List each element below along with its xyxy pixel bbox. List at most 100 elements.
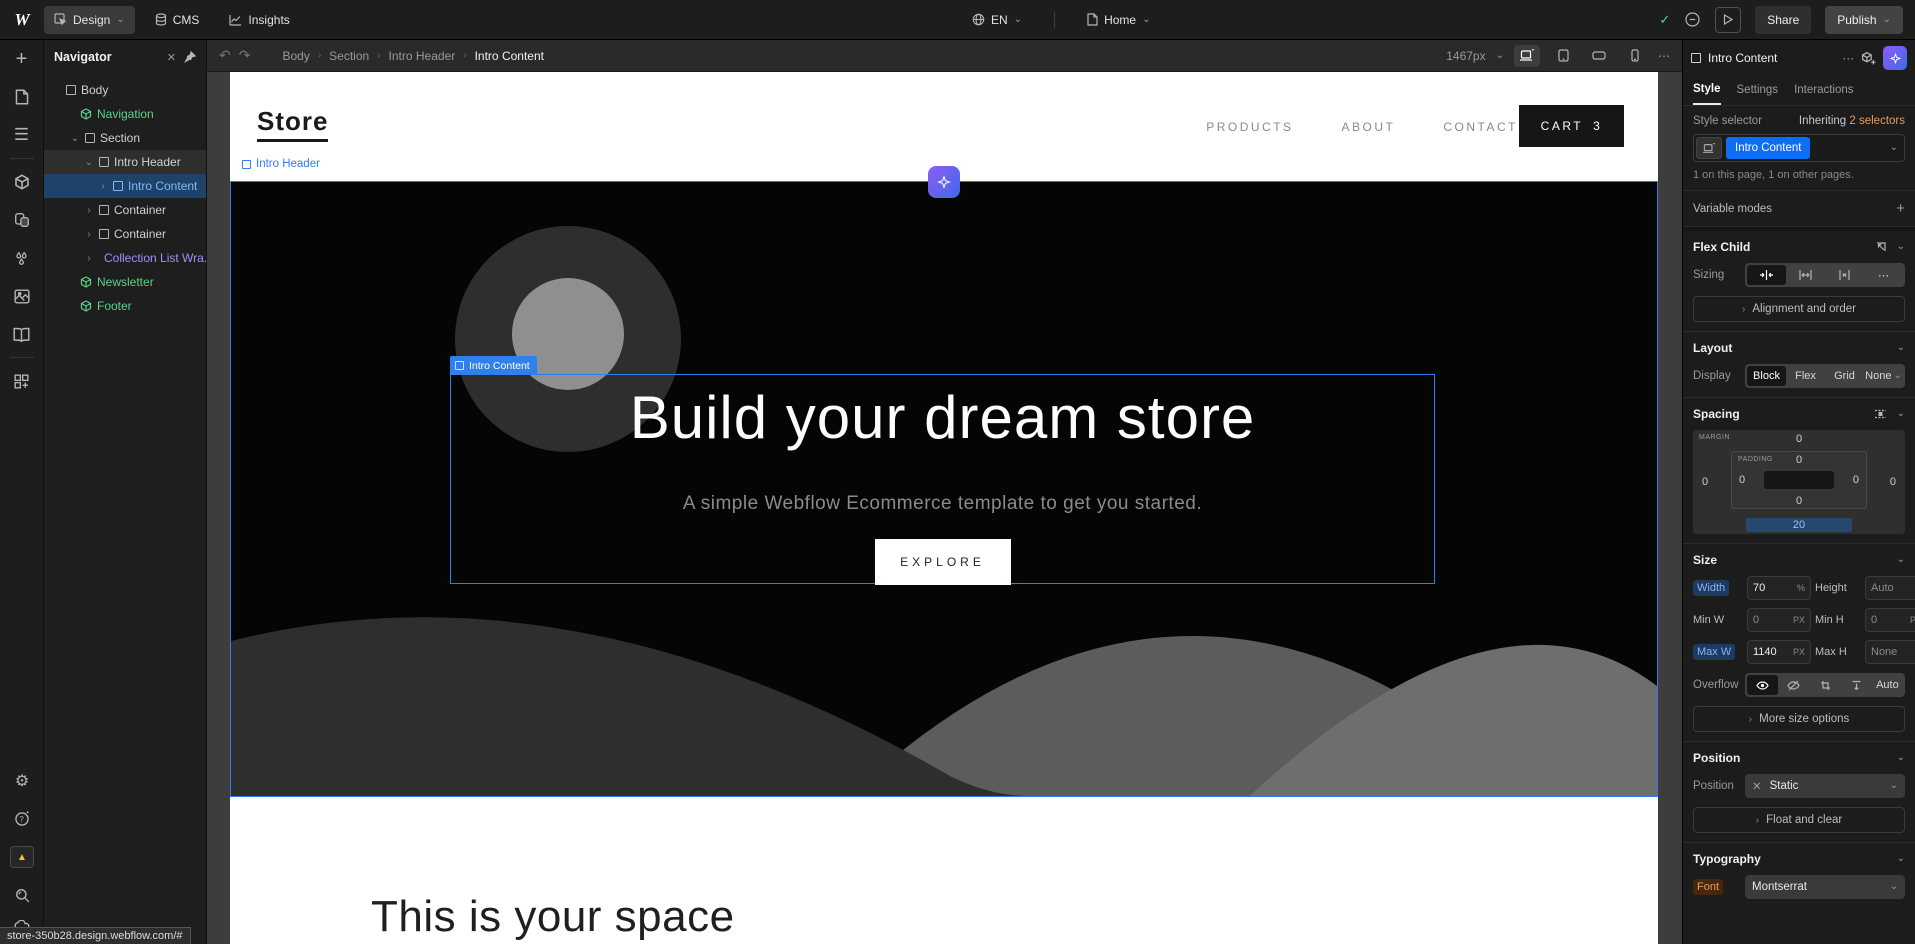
variable-modes-row[interactable]: Variable modes +	[1683, 191, 1915, 227]
design-canvas[interactable]: Store PRODUCTS ABOUT CONTACT CART 3	[207, 72, 1682, 944]
tree-item-container[interactable]: ›Container	[44, 198, 206, 222]
padding-top-value[interactable]: 0	[1732, 454, 1866, 466]
breakpoint-phone-landscape-button[interactable]	[1586, 45, 1612, 67]
viewport-width-value[interactable]: 1467px	[1446, 49, 1485, 63]
display-grid-button[interactable]: Grid	[1825, 366, 1864, 386]
sizing-more-button[interactable]: ⋯	[1864, 265, 1903, 285]
preview-button[interactable]	[1715, 7, 1741, 33]
intro-content-selection[interactable]: Intro Content Build your dream store A s…	[450, 374, 1435, 584]
max-width-input[interactable]: 1140PX	[1747, 640, 1811, 664]
breadcrumb-intro-header[interactable]: Intro Header	[389, 49, 456, 63]
intro-header-element-label[interactable]: Intro Header	[242, 158, 320, 170]
min-height-input[interactable]: 0PX	[1865, 608, 1915, 632]
undo-icon[interactable]: ↶	[219, 47, 231, 64]
chevron-down-icon[interactable]: ⌄	[1897, 555, 1905, 565]
comment-icon[interactable]	[1684, 11, 1701, 28]
tab-style[interactable]: Style	[1693, 77, 1721, 105]
sizing-shrink-button[interactable]	[1747, 265, 1786, 285]
tree-item-newsletter[interactable]: Newsletter	[44, 270, 206, 294]
margin-bottom-value[interactable]: 20	[1746, 518, 1852, 532]
breadcrumb-section[interactable]: Section	[329, 49, 369, 63]
tab-interactions[interactable]: Interactions	[1794, 78, 1853, 104]
width-input[interactable]: 70%	[1747, 576, 1811, 600]
ai-assistant-button[interactable]	[928, 166, 960, 198]
nav-link-contact[interactable]: CONTACT	[1443, 120, 1518, 134]
breadcrumb-body[interactable]: Body	[282, 49, 309, 63]
display-flex-button[interactable]: Flex	[1786, 366, 1825, 386]
tree-item-collection-list[interactable]: ›Collection List Wra...	[44, 246, 206, 270]
class-selector-input[interactable]: Intro Content ⌄	[1693, 134, 1905, 162]
chevron-collapsed-icon[interactable]: ›	[84, 205, 94, 216]
spacing-widget[interactable]: MARGIN 0 0 0 20 PADDING 0 0 0 0	[1693, 430, 1905, 534]
nav-link-about[interactable]: ABOUT	[1342, 120, 1396, 134]
libraries-button[interactable]	[0, 315, 44, 353]
webflow-logo-icon[interactable]: W	[0, 10, 44, 30]
tab-settings[interactable]: Settings	[1737, 78, 1779, 104]
cms-button[interactable]: CMS	[145, 6, 210, 34]
assets-button[interactable]	[0, 277, 44, 315]
more-size-options-button[interactable]: › More size options	[1693, 706, 1905, 732]
arrow-corner-icon[interactable]	[1875, 241, 1887, 253]
position-dropdown[interactable]: ✕ Static ⌄	[1745, 774, 1905, 798]
hero-heading[interactable]: Build your dream store	[451, 383, 1434, 452]
pages-button[interactable]	[0, 78, 44, 116]
settings-gear-icon[interactable]: ⚙	[0, 762, 44, 800]
overflow-auto-button[interactable]: Auto	[1872, 675, 1903, 695]
clear-icon[interactable]: ✕	[1752, 779, 1762, 793]
add-variable-mode-icon[interactable]: +	[1896, 200, 1905, 217]
apps-button[interactable]	[0, 362, 44, 400]
margin-right-value[interactable]: 0	[1890, 476, 1896, 488]
padding-bottom-value[interactable]: 0	[1732, 495, 1866, 507]
overflow-visible-button[interactable]	[1747, 675, 1778, 695]
page-preview[interactable]: Store PRODUCTS ABOUT CONTACT CART 3	[230, 72, 1658, 944]
upgrade-button[interactable]: ▲	[0, 838, 44, 876]
tree-item-intro-content[interactable]: ›Intro Content	[44, 174, 206, 198]
min-width-input[interactable]: 0PX	[1747, 608, 1811, 632]
chevron-down-icon[interactable]: ⌄	[1897, 343, 1905, 353]
chevron-collapsed-icon[interactable]: ›	[84, 229, 94, 240]
create-component-icon[interactable]	[1861, 51, 1876, 65]
overflow-hidden-button[interactable]	[1778, 675, 1809, 695]
zoom-search-button[interactable]	[0, 876, 44, 914]
redo-icon[interactable]: ↷	[239, 47, 251, 64]
publish-button[interactable]: Publish ⌄	[1825, 6, 1903, 34]
display-none-button[interactable]: None⌄	[1864, 366, 1903, 386]
navigator-button[interactable]: ☰	[0, 116, 44, 154]
padding-right-value[interactable]: 0	[1853, 474, 1859, 486]
tree-item-container[interactable]: ›Container	[44, 222, 206, 246]
styles-button[interactable]	[0, 201, 44, 239]
display-block-button[interactable]: Block	[1747, 366, 1786, 386]
tree-item-intro-header[interactable]: ⌄Intro Header	[44, 150, 206, 174]
breadcrumb-intro-content[interactable]: Intro Content	[475, 49, 544, 63]
section-heading[interactable]: This is your space	[371, 892, 735, 942]
insights-button[interactable]: Insights	[219, 6, 299, 34]
more-options-icon[interactable]: ⋯	[1843, 51, 1855, 65]
chevron-expanded-icon[interactable]: ⌄	[84, 157, 94, 168]
add-element-button[interactable]: +	[0, 40, 44, 78]
class-pill[interactable]: Intro Content	[1726, 137, 1810, 159]
nav-link-products[interactable]: PRODUCTS	[1206, 120, 1293, 134]
sizing-grow-button[interactable]	[1786, 265, 1825, 285]
chevron-down-icon[interactable]: ⌄	[1897, 242, 1905, 252]
design-mode-button[interactable]: Design ⌄	[44, 6, 135, 34]
variables-button[interactable]	[0, 239, 44, 277]
ai-panel-button[interactable]	[1883, 46, 1907, 70]
breakpoint-desktop-button[interactable]	[1514, 45, 1540, 67]
margin-collapse-icon[interactable]	[1874, 408, 1887, 420]
more-breakpoints-icon[interactable]: ⋯	[1658, 49, 1670, 63]
components-button[interactable]	[0, 163, 44, 201]
page-switcher[interactable]: Home ⌄	[1077, 6, 1160, 34]
alignment-order-button[interactable]: › Alignment and order	[1693, 296, 1905, 322]
font-dropdown[interactable]: Montserrat ⌄	[1745, 875, 1905, 899]
breakpoint-tablet-button[interactable]	[1550, 45, 1576, 67]
tree-item-navigation[interactable]: Navigation	[44, 102, 206, 126]
hero-subtitle[interactable]: A simple Webflow Ecommerce template to g…	[451, 493, 1434, 515]
explore-button[interactable]: EXPLORE	[875, 539, 1011, 585]
chevron-down-icon[interactable]: ⌄	[1890, 143, 1898, 153]
chevron-down-icon[interactable]: ⌄	[1897, 753, 1905, 763]
close-icon[interactable]: ✕	[167, 51, 176, 64]
share-button[interactable]: Share	[1755, 6, 1811, 34]
padding-left-value[interactable]: 0	[1739, 474, 1745, 486]
pin-icon[interactable]	[184, 51, 196, 63]
site-navbar[interactable]: Store PRODUCTS ABOUT CONTACT CART 3	[230, 72, 1658, 181]
